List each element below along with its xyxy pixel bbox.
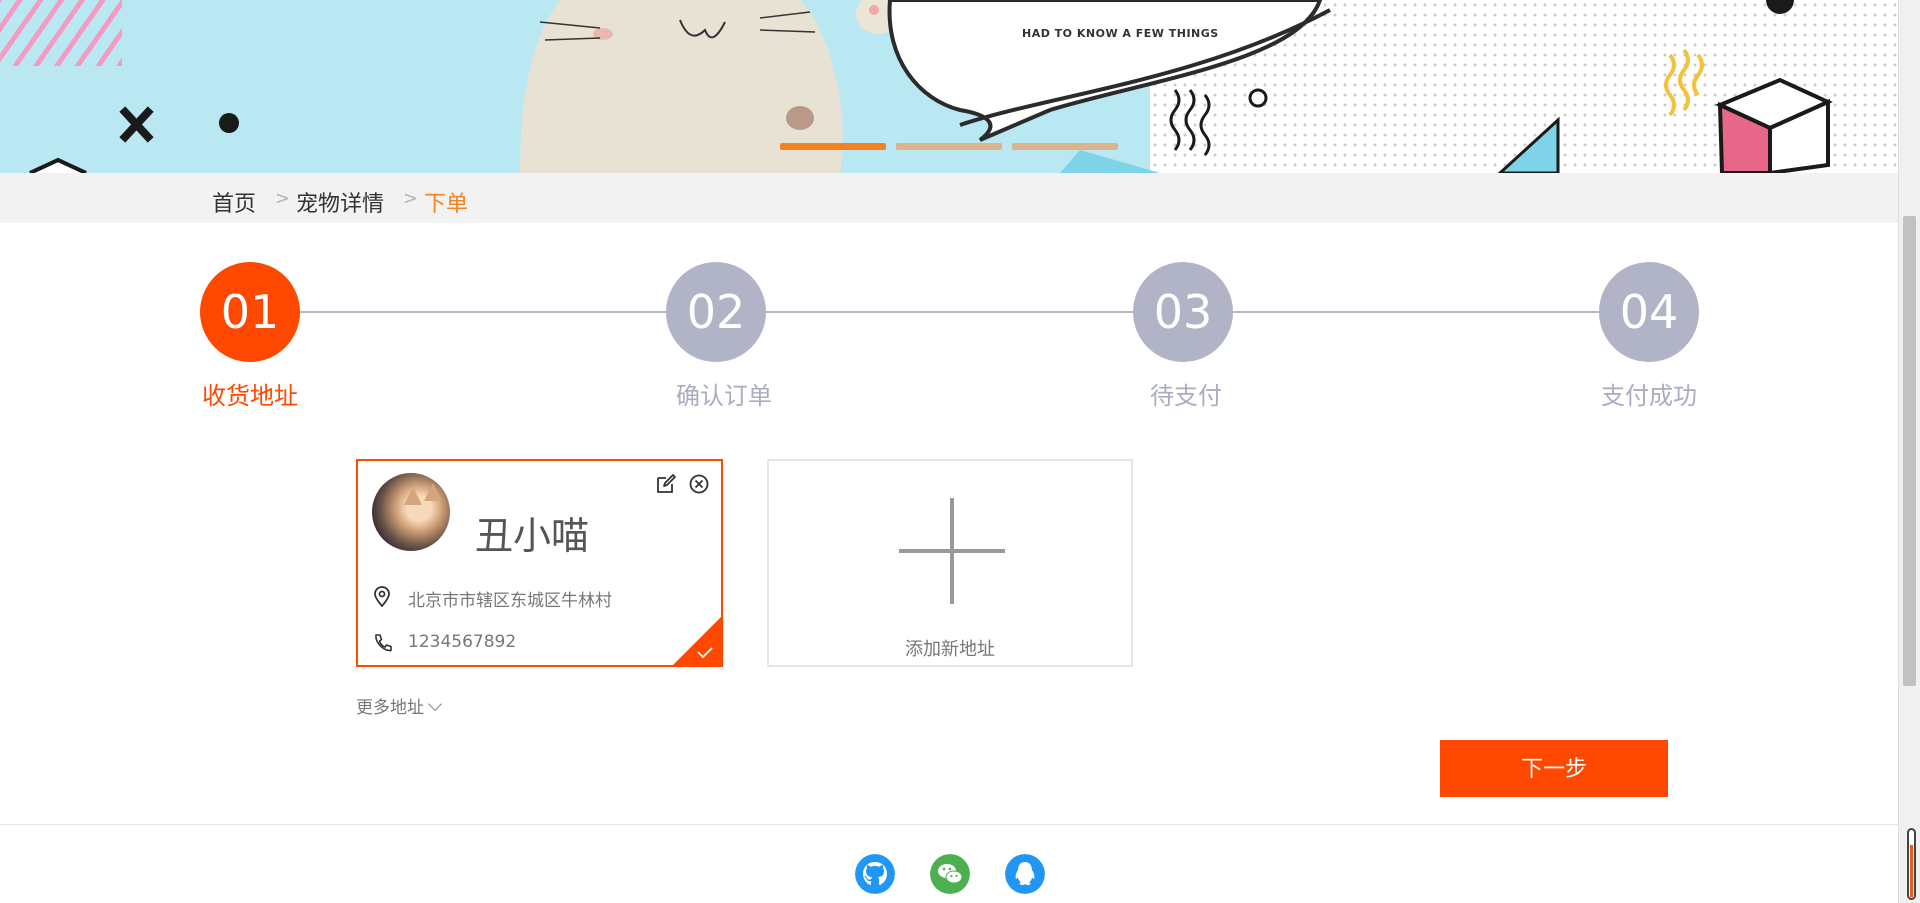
scrollbar-thumb[interactable] [1903,216,1916,686]
breadcrumb-current: 下单 [424,192,469,217]
next-step-button[interactable]: 下一步 [1440,740,1668,797]
step-3-label: 待支付 [1150,382,1222,410]
breadcrumb-separator: > [275,188,291,209]
phone-icon [375,634,392,652]
banner-slide-indicator[interactable] [1012,143,1118,150]
github-icon[interactable] [855,854,895,894]
step-1-label: 收货地址 [202,382,298,410]
step-4-label: 支付成功 [1601,382,1697,410]
delete-icon[interactable] [688,473,710,495]
breadcrumb-pet-detail[interactable]: 宠物详情 [296,186,384,218]
banner-tagline: HAD TO KNOW A FEW THINGS [1022,27,1219,40]
more-addresses-label: 更多地址 [356,698,424,718]
steps-connector-line [300,311,1600,313]
hero-banner: HAD TO KNOW A FEW THINGS [0,0,1898,173]
more-addresses-toggle[interactable]: 更多地址 [356,693,443,718]
wechat-icon[interactable] [930,854,970,894]
add-address-label: 添加新地址 [905,639,995,660]
edit-icon[interactable] [655,473,677,495]
recipient-name: 丑小喵 [475,514,590,558]
address-text: 北京市市辖区东城区牛林村 [408,591,612,611]
checkmark-icon [697,647,713,659]
step-4-circle: 04 [1599,262,1699,362]
step-3-circle: 03 [1133,262,1233,362]
page-scrollbar[interactable] [1898,0,1920,903]
breadcrumb-separator: > [403,188,419,209]
add-address-card[interactable]: 添加新地址 [767,459,1133,667]
step-1-circle: 01 [200,262,300,362]
banner-slide-indicator[interactable] [780,143,886,150]
location-pin-icon [374,586,390,608]
address-card-selected[interactable]: 丑小喵 北京市市辖区东城区牛林村 1234567892 [356,459,723,667]
banner-slide-indicator[interactable] [896,143,1002,150]
chevron-down-icon [427,696,443,712]
breadcrumb: 首页 > 宠物详情 > 下单 [0,173,1898,223]
plus-icon [950,498,954,604]
qq-icon[interactable] [1005,854,1045,894]
scroll-progress-fill [1910,845,1913,897]
phone-number: 1234567892 [408,632,517,652]
avatar [372,473,450,551]
breadcrumb-home[interactable]: 首页 [212,186,256,218]
step-2-label: 确认订单 [676,382,772,410]
step-2-circle: 02 [666,262,766,362]
